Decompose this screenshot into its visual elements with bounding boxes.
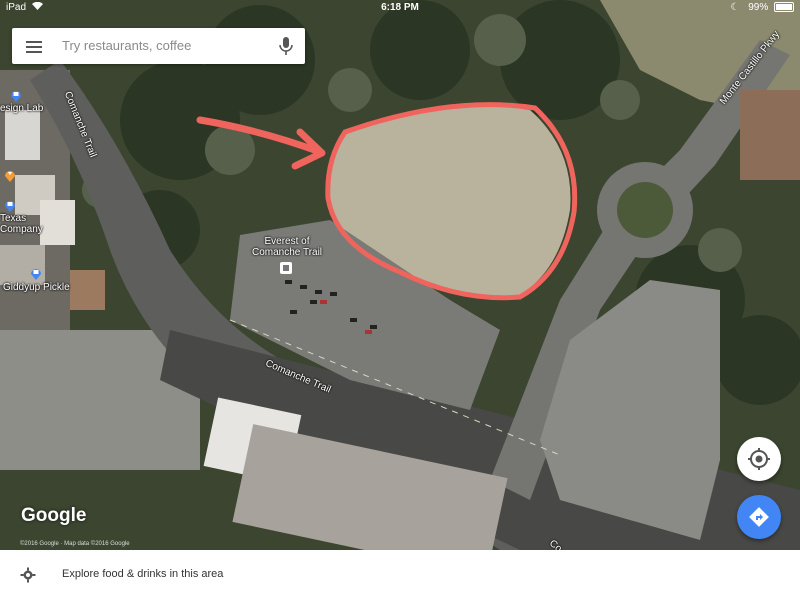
microphone-icon[interactable] xyxy=(279,37,293,55)
place-label-texas-company[interactable]: Texas Company xyxy=(0,213,43,235)
moon-icon: ☾ xyxy=(730,2,740,13)
place-label-everest[interactable]: Everest of Comanche Trail xyxy=(252,236,322,258)
explore-bar[interactable]: Explore food & drinks in this area xyxy=(0,550,800,600)
google-logo: Google xyxy=(21,505,87,526)
search-input[interactable]: Try restaurants, coffee xyxy=(62,38,191,53)
restaurant-icon[interactable] xyxy=(280,262,292,276)
my-location-icon xyxy=(748,448,770,470)
bar-icon[interactable] xyxy=(4,168,16,182)
satellite-imagery xyxy=(0,0,800,550)
status-bar: iPad 6:18 PM ☾ 99% xyxy=(0,0,800,16)
map-view[interactable]: esign Lab Texas Company Giddyup Pickle E… xyxy=(0,0,800,550)
map-attribution[interactable]: ©2016 Google · Map data ©2016 Google xyxy=(20,541,130,547)
my-location-button[interactable] xyxy=(737,437,781,481)
hamburger-menu-icon[interactable] xyxy=(26,41,42,56)
place-label-giddyup-pickle[interactable]: Giddyup Pickle xyxy=(3,282,70,293)
directions-icon xyxy=(749,507,769,527)
shopping-bag-icon[interactable] xyxy=(4,198,16,212)
shopping-bag-icon[interactable] xyxy=(30,266,42,280)
battery-percent: 99% xyxy=(748,2,769,13)
explore-text[interactable]: Explore food & drinks in this area xyxy=(62,568,223,580)
status-time: 6:18 PM xyxy=(381,2,419,13)
battery-icon xyxy=(774,2,794,13)
directions-button[interactable] xyxy=(737,495,781,539)
place-label-design-lab[interactable]: esign Lab xyxy=(0,103,43,114)
search-box[interactable]: Try restaurants, coffee xyxy=(12,28,305,64)
shopping-bag-icon[interactable] xyxy=(10,88,22,102)
status-right: ☾ 99% xyxy=(730,2,794,13)
gear-icon xyxy=(20,567,36,583)
